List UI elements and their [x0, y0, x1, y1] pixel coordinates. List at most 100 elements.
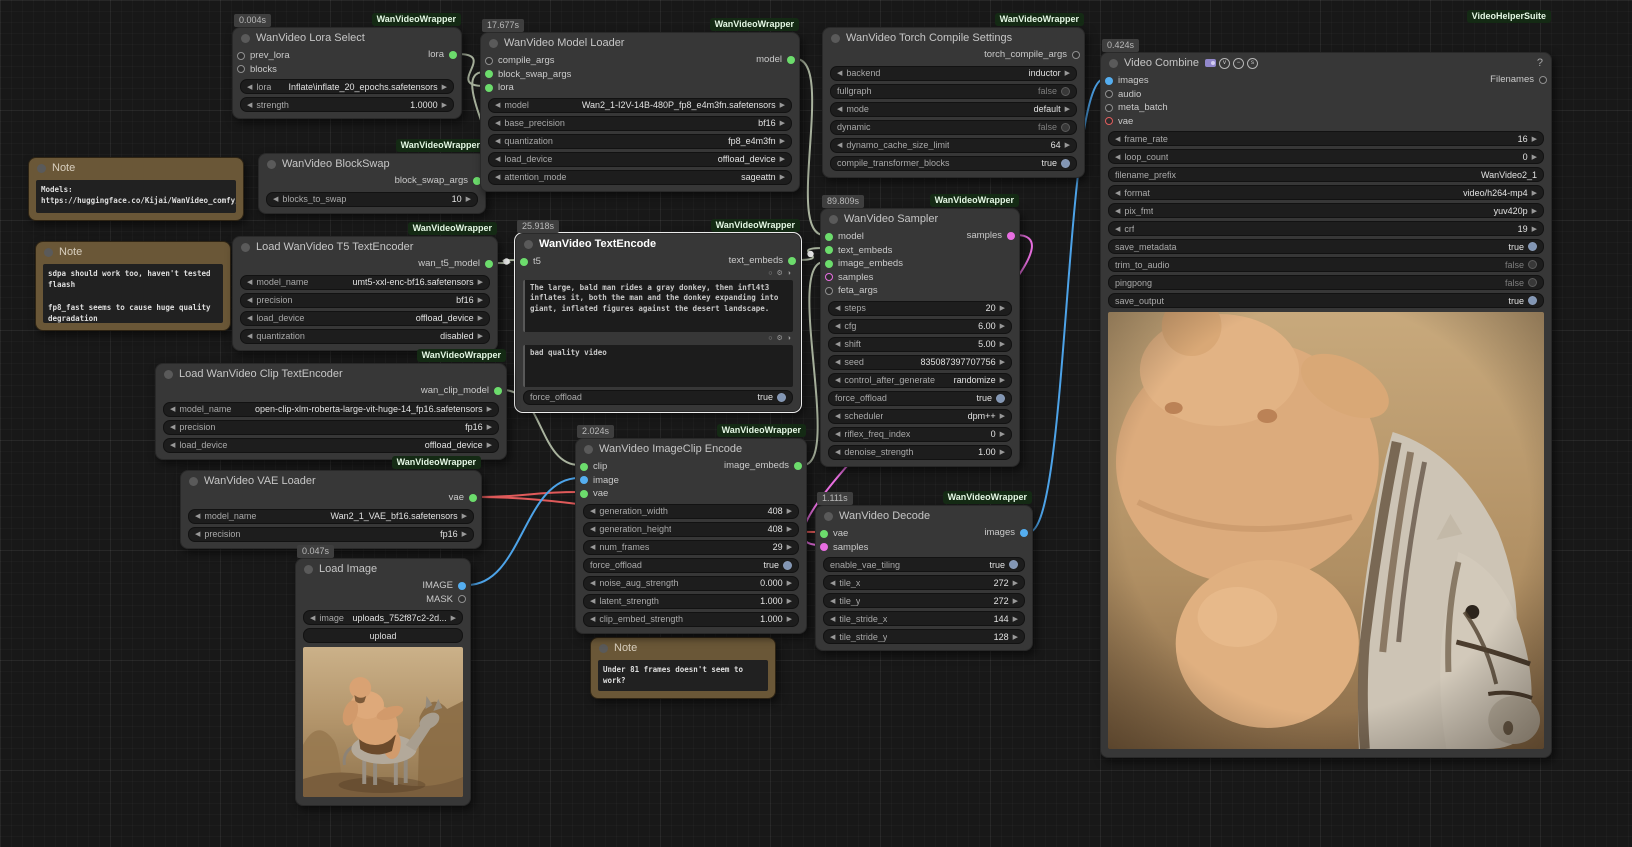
increment-arrow-icon[interactable]: ▶: [442, 83, 447, 91]
input-port-feta_args[interactable]: [825, 287, 833, 295]
input-vae[interactable]: vae: [1101, 115, 1551, 129]
decrement-arrow-icon[interactable]: ◀: [1115, 135, 1120, 143]
increment-arrow-icon[interactable]: ▶: [780, 101, 785, 109]
increment-arrow-icon[interactable]: ▶: [780, 137, 785, 145]
input-text_embeds[interactable]: text_embeds: [821, 244, 1019, 258]
node-title[interactable]: WanVideo Decode: [816, 506, 1032, 526]
collapse-dot-icon[interactable]: [241, 243, 250, 252]
widget-num_frames[interactable]: ◀num_frames29▶: [583, 540, 799, 555]
decrement-arrow-icon[interactable]: ◀: [830, 615, 835, 623]
input-port-image[interactable]: [580, 476, 588, 484]
toggle-knob[interactable]: [1528, 296, 1537, 305]
decrement-arrow-icon[interactable]: ◀: [590, 543, 595, 551]
output-port-MASK[interactable]: [458, 595, 466, 603]
collapse-dot-icon[interactable]: [824, 512, 833, 521]
increment-arrow-icon[interactable]: ▶: [1532, 207, 1537, 215]
decrement-arrow-icon[interactable]: ◀: [170, 423, 175, 431]
widget-denoise_strength[interactable]: ◀denoise_strength1.00▶: [828, 445, 1012, 460]
output-port-Filenames[interactable]: [1539, 76, 1547, 84]
input-meta_batch[interactable]: meta_batch: [1101, 101, 1551, 115]
decrement-arrow-icon[interactable]: ◀: [830, 579, 835, 587]
decrement-arrow-icon[interactable]: ◀: [835, 358, 840, 366]
decrement-arrow-icon[interactable]: ◀: [247, 101, 252, 109]
node-blockswap[interactable]: WanVideoWrapperWanVideo BlockSwapblock_s…: [258, 153, 486, 214]
widget-crf[interactable]: ◀crf19▶: [1108, 221, 1544, 236]
node-note-models[interactable]: NoteModels: https://huggingface.co/Kijai…: [28, 157, 244, 221]
increment-arrow-icon[interactable]: ▶: [487, 441, 492, 449]
decrement-arrow-icon[interactable]: ◀: [1115, 153, 1120, 161]
output-model[interactable]: model: [756, 53, 795, 67]
toggle-knob[interactable]: [996, 394, 1005, 403]
node-title[interactable]: WanVideo VAE Loader: [181, 471, 481, 491]
widget-noise_aug_strength[interactable]: ◀noise_aug_strength0.000▶: [583, 576, 799, 591]
node-title[interactable]: Load WanVideo Clip TextEncoder: [156, 364, 506, 384]
increment-arrow-icon[interactable]: ▶: [442, 101, 447, 109]
output-port-model[interactable]: [787, 56, 795, 64]
increment-arrow-icon[interactable]: ▶: [1532, 225, 1537, 233]
decrement-arrow-icon[interactable]: ◀: [830, 597, 835, 605]
increment-arrow-icon[interactable]: ▶: [1532, 135, 1537, 143]
decrement-arrow-icon[interactable]: ◀: [835, 412, 840, 420]
widget-lora[interactable]: ◀loraInflate\inflate_20_epochs.safetenso…: [240, 79, 454, 94]
node-text-encode[interactable]: 25.918sWanVideoWrapperWanVideo TextEncod…: [515, 233, 801, 412]
input-vae[interactable]: vae: [576, 487, 806, 501]
widget-clip_embed_strength[interactable]: ◀clip_embed_strength1.000▶: [583, 612, 799, 627]
node-graph-canvas[interactable]: NoteModels: https://huggingface.co/Kijai…: [0, 0, 1632, 847]
widget-pix_fmt[interactable]: ◀pix_fmtyuv420p▶: [1108, 203, 1544, 218]
decrement-arrow-icon[interactable]: ◀: [247, 296, 252, 304]
increment-arrow-icon[interactable]: ▶: [1013, 597, 1018, 605]
collapse-dot-icon[interactable]: [37, 164, 46, 173]
decrement-arrow-icon[interactable]: ◀: [495, 155, 500, 163]
increment-arrow-icon[interactable]: ▶: [1000, 412, 1005, 420]
collapse-dot-icon[interactable]: [241, 34, 250, 43]
decrement-arrow-icon[interactable]: ◀: [495, 101, 500, 109]
decrement-arrow-icon[interactable]: ◀: [835, 340, 840, 348]
node-clip-loader[interactable]: WanVideoWrapperLoad WanVideo Clip TextEn…: [155, 363, 507, 460]
output-port-samples[interactable]: [1007, 232, 1015, 240]
widget-scheduler[interactable]: ◀schedulerdpm++▶: [828, 409, 1012, 424]
input-lora[interactable]: lora: [481, 81, 799, 95]
decrement-arrow-icon[interactable]: ◀: [837, 69, 842, 77]
widget-fullgraph[interactable]: fullgraphfalse: [830, 84, 1077, 99]
widget-load_device[interactable]: ◀load_deviceoffload_device▶: [488, 152, 792, 167]
increment-arrow-icon[interactable]: ▶: [1000, 304, 1005, 312]
widget-cfg[interactable]: ◀cfg6.00▶: [828, 319, 1012, 334]
output-wan_t5_model[interactable]: wan_t5_model: [418, 257, 493, 271]
decrement-arrow-icon[interactable]: ◀: [247, 314, 252, 322]
gear-icon[interactable]: ⚙: [776, 269, 782, 277]
node-vae-loader[interactable]: WanVideoWrapperWanVideo VAE Loadervae◀mo…: [180, 470, 482, 549]
decrement-arrow-icon[interactable]: ◀: [170, 405, 175, 413]
output-samples[interactable]: samples: [967, 229, 1015, 243]
node-lora-select[interactable]: 0.004sWanVideoWrapperWanVideo Lora Selec…: [232, 27, 462, 119]
circle-icon[interactable]: ○: [768, 335, 772, 342]
widget-mode[interactable]: ◀modedefault▶: [830, 102, 1077, 117]
node-decode[interactable]: 1.111sWanVideoWrapperWanVideo Decodevaes…: [815, 505, 1033, 651]
toggle-knob[interactable]: [1061, 87, 1070, 96]
collapse-dot-icon[interactable]: [489, 39, 498, 48]
upload-button[interactable]: upload: [303, 628, 463, 643]
decrement-arrow-icon[interactable]: ◀: [1115, 207, 1120, 215]
input-port-t5[interactable]: [520, 258, 528, 266]
toggle-knob[interactable]: [1528, 278, 1537, 287]
widget-enable_vae_tiling[interactable]: enable_vae_tilingtrue: [823, 557, 1025, 572]
contrast-icon[interactable]: ◑: [787, 270, 791, 277]
decrement-arrow-icon[interactable]: ◀: [590, 597, 595, 605]
node-torch-compile[interactable]: WanVideoWrapperWanVideo Torch Compile Se…: [822, 27, 1085, 178]
widget-latent_strength[interactable]: ◀latent_strength1.000▶: [583, 594, 799, 609]
decrement-arrow-icon[interactable]: ◀: [830, 633, 835, 641]
decrement-arrow-icon[interactable]: ◀: [835, 448, 840, 456]
increment-arrow-icon[interactable]: ▶: [1532, 153, 1537, 161]
node-title[interactable]: Note: [29, 158, 243, 178]
input-port-audio[interactable]: [1105, 90, 1113, 98]
increment-arrow-icon[interactable]: ▶: [1065, 69, 1070, 77]
widget-quantization[interactable]: ◀quantizationfp8_e4m3fn▶: [488, 134, 792, 149]
decrement-arrow-icon[interactable]: ◀: [835, 304, 840, 312]
collapse-dot-icon[interactable]: [164, 370, 173, 379]
widget-force_offload[interactable]: force_offloadtrue: [523, 390, 793, 405]
widget-pingpong[interactable]: pingpongfalse: [1108, 275, 1544, 290]
output-MASK[interactable]: MASK: [426, 593, 466, 607]
toggle-knob[interactable]: [1061, 159, 1070, 168]
output-IMAGE[interactable]: IMAGE: [422, 579, 466, 593]
increment-arrow-icon[interactable]: ▶: [780, 173, 785, 181]
input-images[interactable]: images: [1101, 74, 1551, 88]
